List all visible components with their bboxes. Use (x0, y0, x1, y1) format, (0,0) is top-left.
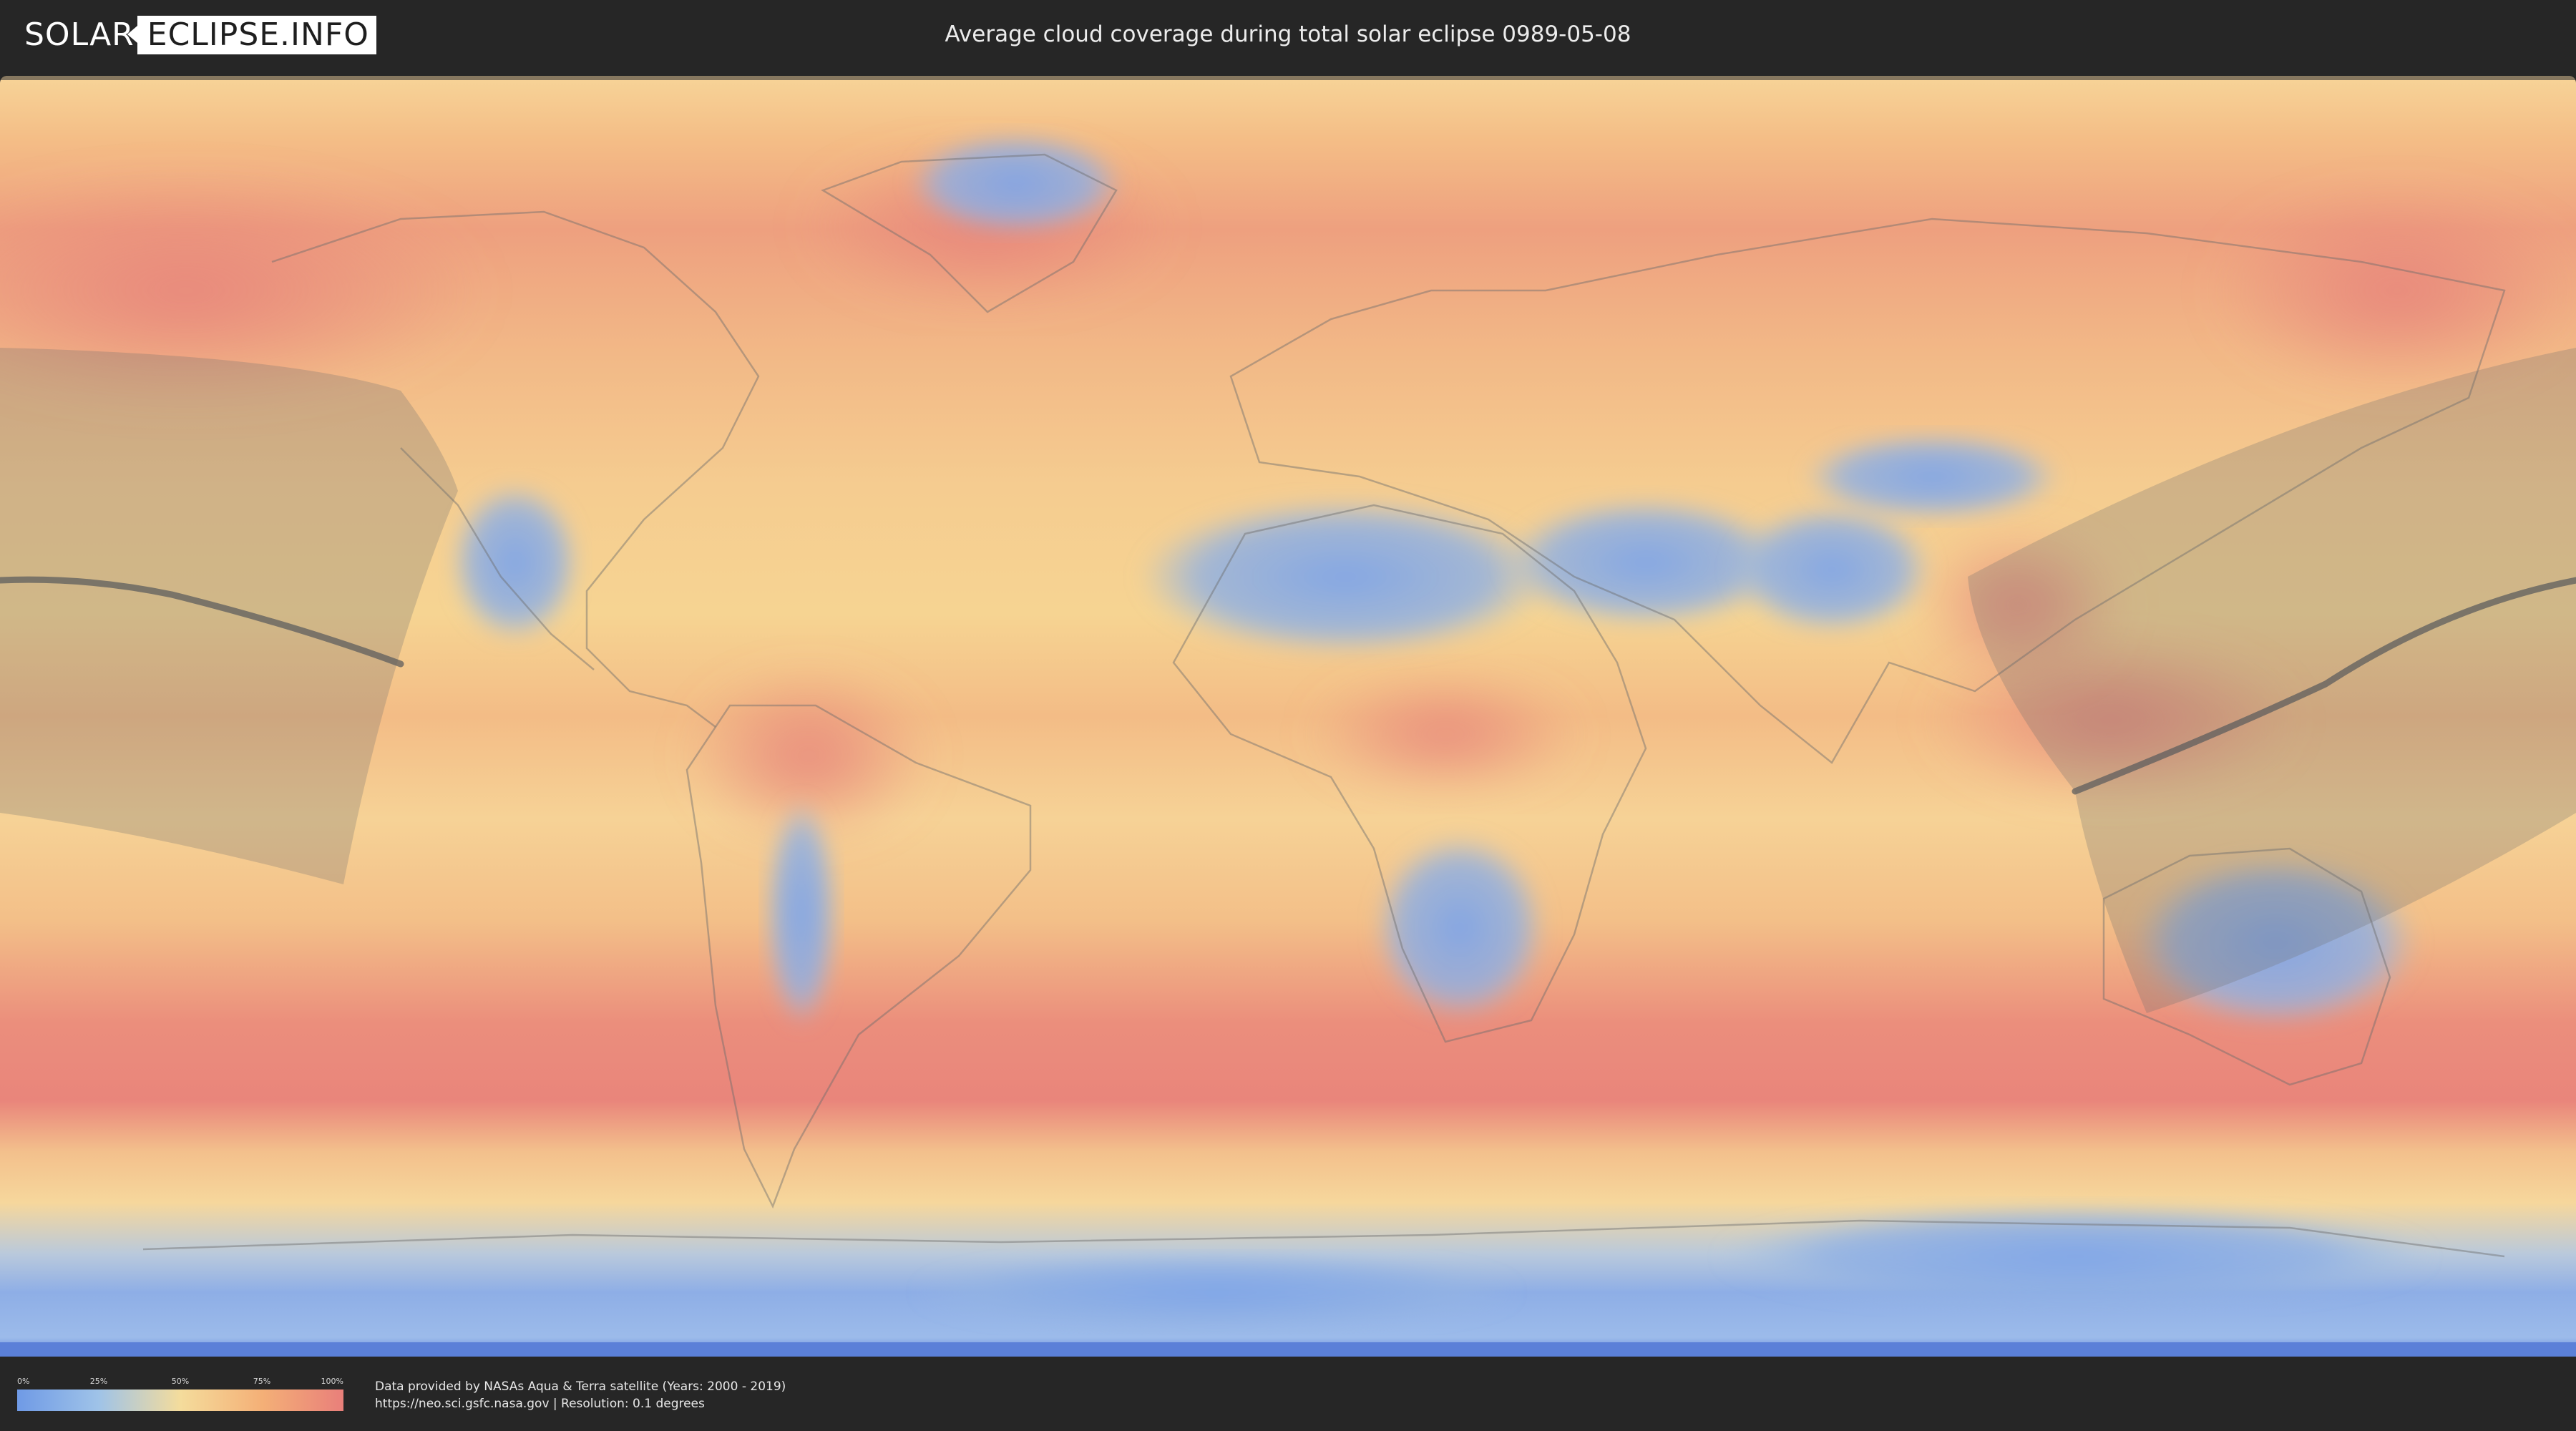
header-bar: SOLAR ECLIPSE.INFO Average cloud coverag… (0, 0, 2576, 72)
legend-tick-labels: 0% 25% 50% 75% 100% (17, 1377, 343, 1388)
map-canvas (0, 76, 2576, 1357)
data-credit-line: Data provided by NASAs Aqua & Terra sate… (375, 1379, 786, 1394)
page: SOLAR ECLIPSE.INFO Average cloud coverag… (0, 0, 2576, 1431)
legend-tick-75: 75% (253, 1377, 271, 1386)
page-title: Average cloud coverage during total sola… (945, 21, 1631, 47)
legend-tick-0: 0% (17, 1377, 30, 1386)
antarctic-edge (0, 1342, 2576, 1357)
legend-color-scale (17, 1390, 343, 1411)
legend-tick-100: 100% (321, 1377, 343, 1386)
footer-bar: 0% 25% 50% 75% 100% Data provided by NAS… (0, 1358, 2576, 1431)
source-resolution-line: https://neo.sci.gsfc.nasa.gov | Resoluti… (375, 1397, 705, 1411)
cloud-coverage-map[interactable] (0, 76, 2576, 1357)
legend-tick-25: 25% (89, 1377, 108, 1386)
legend-tick-50: 50% (171, 1377, 190, 1386)
